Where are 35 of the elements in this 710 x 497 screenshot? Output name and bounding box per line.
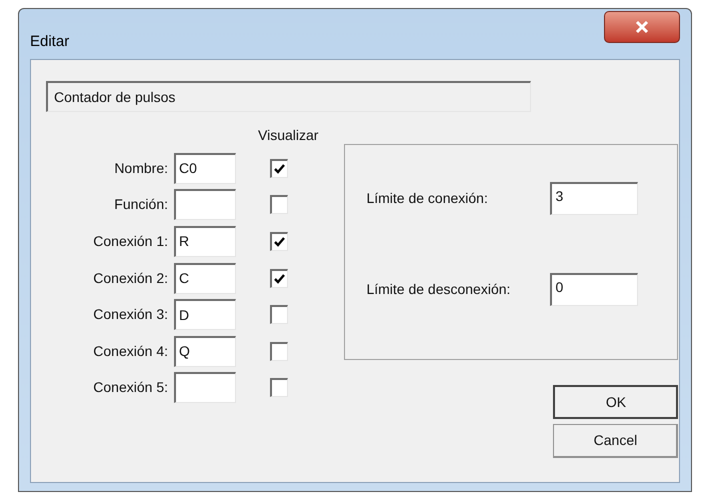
checkbox[interactable] [270, 232, 288, 251]
text-field[interactable]: D [174, 299, 236, 330]
checkbox[interactable] [270, 158, 288, 178]
text-field[interactable]: 0 [550, 273, 638, 306]
field-label: Conexión 2: [92, 268, 169, 288]
limit-label: Límite de conexión: [366, 189, 489, 208]
check-icon [274, 236, 285, 247]
text-field[interactable] [174, 189, 236, 220]
field-label: Conexión 4: [92, 342, 169, 361]
field-label: Función: [113, 195, 169, 214]
cancel-button[interactable]: Cancel [553, 424, 678, 458]
checkbox[interactable] [270, 305, 288, 324]
column-header: Visualizar [258, 126, 318, 144]
window-title: Editar [30, 32, 70, 52]
close-icon [635, 20, 649, 34]
text-field[interactable]: R [174, 226, 236, 257]
close-button[interactable] [604, 11, 680, 43]
text-field[interactable]: 3 [550, 182, 638, 215]
limit-label: Límite de desconexión: [366, 280, 512, 299]
field-label: Conexión 1: [92, 232, 169, 251]
check-icon [274, 274, 285, 284]
description-field[interactable]: Contador de pulsos [46, 81, 531, 112]
ok-button[interactable]: OK [553, 385, 678, 419]
text-field[interactable]: Q [174, 336, 236, 367]
checkbox[interactable] [270, 378, 288, 398]
checkbox[interactable] [270, 268, 288, 288]
text-field[interactable]: C [174, 262, 236, 294]
text-field[interactable]: C0 [174, 152, 236, 184]
field-label: Conexión 5: [92, 378, 169, 398]
field-label: Conexión 3: [92, 305, 169, 324]
field-label: Nombre: [113, 158, 169, 178]
checkbox[interactable] [270, 342, 288, 361]
checkbox[interactable] [270, 195, 288, 214]
text-field[interactable] [174, 372, 236, 404]
check-icon [274, 164, 285, 174]
